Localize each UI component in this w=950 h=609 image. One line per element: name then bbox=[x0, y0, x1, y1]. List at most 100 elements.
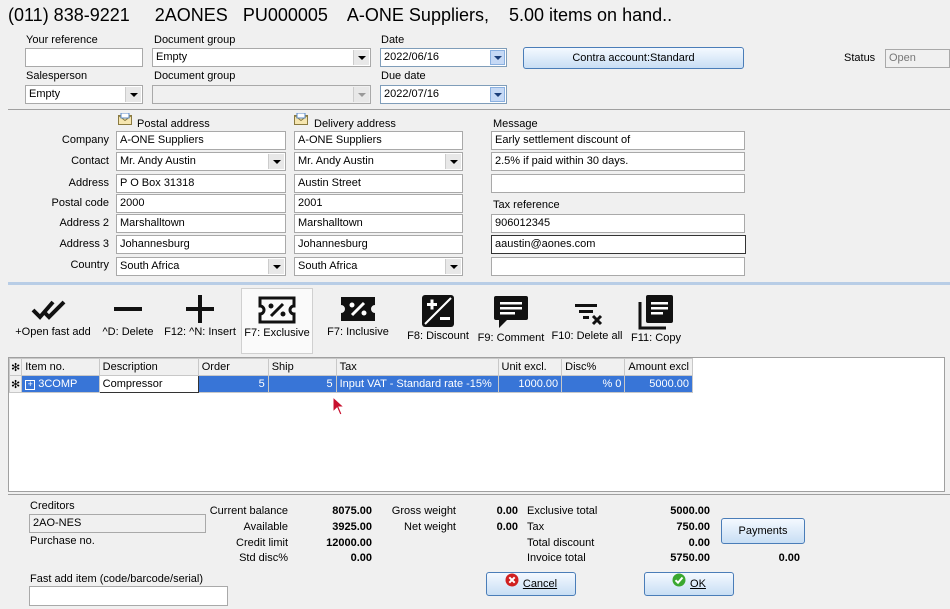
due-date-picker[interactable]: 2022/07/16 bbox=[380, 85, 507, 104]
comment-button[interactable]: F9: Comment bbox=[477, 288, 545, 354]
chevron-down-icon[interactable] bbox=[268, 259, 284, 274]
col-disc[interactable]: Disc% bbox=[561, 358, 626, 376]
cell-ship[interactable]: 5 bbox=[267, 375, 337, 393]
delivery-contact-select[interactable]: Mr. Andy Austin bbox=[294, 152, 463, 171]
cell-disc[interactable]: % 0 bbox=[561, 375, 626, 393]
current-balance-label: Current balance bbox=[209, 505, 288, 517]
col-order[interactable]: Order bbox=[197, 358, 269, 376]
item-no-value: 3COMP bbox=[38, 378, 78, 390]
fast-add-item-label: Fast add item (code/barcode/serial) bbox=[30, 573, 204, 585]
postal-address-2-input[interactable]: Marshalltown bbox=[116, 214, 286, 233]
inclusive-button[interactable]: F7: Inclusive bbox=[320, 288, 396, 354]
chevron-down-icon[interactable] bbox=[445, 259, 461, 274]
address-2-label: Address 2 bbox=[59, 217, 109, 229]
payments-button[interactable]: Payments bbox=[721, 518, 805, 544]
col-amount-excl[interactable]: Amount excl bbox=[624, 358, 693, 376]
delete-all-button[interactable]: F10: Delete all bbox=[549, 288, 625, 354]
date-picker[interactable]: 2022/06/16 bbox=[380, 48, 507, 67]
cancel-button[interactable]: Cancel bbox=[486, 572, 576, 596]
contra-account-button[interactable]: Contra account:Standard bbox=[523, 47, 744, 69]
copy-button[interactable]: F11: Copy bbox=[628, 288, 684, 354]
header-phone: (011) 838-9221 bbox=[8, 5, 130, 25]
fast-add-button[interactable]: +Open fast add bbox=[14, 288, 92, 354]
cancel-icon bbox=[505, 573, 519, 595]
col-ship[interactable]: Ship bbox=[267, 358, 337, 376]
extra-input[interactable] bbox=[491, 257, 745, 276]
chevron-down-icon[interactable] bbox=[268, 154, 284, 169]
country-label: Country bbox=[70, 259, 109, 271]
delivery-country-value: South Africa bbox=[298, 260, 358, 272]
email-input[interactable]: aaustin@aones.com bbox=[491, 235, 746, 254]
invoice-total-value: 5750.00 bbox=[670, 552, 710, 564]
delete-all-label: F10: Delete all bbox=[551, 330, 623, 342]
postal-address-input[interactable]: P O Box 31318 bbox=[116, 174, 286, 193]
delivery-contact-value: Mr. Andy Austin bbox=[298, 155, 374, 167]
postal-country-select[interactable]: South Africa bbox=[116, 257, 286, 276]
postal-address-3-input[interactable]: Johannesburg bbox=[116, 235, 286, 254]
expand-icon[interactable]: + bbox=[25, 380, 36, 390]
cell-tax[interactable]: Input VAT - Standard rate -15% bbox=[335, 375, 499, 393]
chevron-down-icon[interactable] bbox=[353, 50, 369, 65]
your-reference-input[interactable] bbox=[25, 48, 143, 67]
col-unit-excl[interactable]: Unit excl. bbox=[497, 358, 563, 376]
postal-company-input[interactable]: A-ONE Suppliers bbox=[116, 131, 286, 150]
ok-button[interactable]: OK bbox=[644, 572, 734, 596]
divider bbox=[8, 109, 950, 110]
window-header: (011) 838-9221 2AONES PU000005 A-ONE Sup… bbox=[8, 5, 672, 26]
salesperson-select[interactable]: Empty bbox=[25, 85, 143, 104]
delivery-country-select[interactable]: South Africa bbox=[294, 257, 463, 276]
item-grid[interactable]: ✻ Item no. Description Order Ship Tax Un… bbox=[8, 357, 945, 492]
header-supplier: A-ONE Suppliers, bbox=[346, 5, 489, 25]
cell-item-no[interactable]: +3COMP bbox=[21, 375, 100, 393]
insert-button[interactable]: F12: ^N: Insert bbox=[162, 288, 238, 354]
salesperson-value: Empty bbox=[29, 88, 61, 100]
cell-description[interactable]: Compressor bbox=[98, 375, 199, 393]
available-value: 3925.00 bbox=[332, 521, 372, 533]
cell-unit-excl[interactable]: 1000.00 bbox=[497, 375, 563, 393]
discount-button[interactable]: F8: Discount bbox=[403, 288, 473, 354]
calendar-dropdown-icon[interactable] bbox=[490, 87, 505, 102]
message-header: Message bbox=[493, 118, 538, 130]
minus-icon bbox=[114, 307, 142, 311]
delivery-company-input[interactable]: A-ONE Suppliers bbox=[294, 131, 463, 150]
discount-ticket-outline-icon bbox=[258, 296, 296, 324]
calendar-dropdown-icon[interactable] bbox=[490, 50, 505, 65]
chevron-down-icon[interactable] bbox=[125, 87, 141, 102]
comment-icon bbox=[494, 296, 528, 328]
delete-button[interactable]: ^D: Delete bbox=[98, 288, 158, 354]
postal-code-input[interactable]: 2000 bbox=[116, 194, 286, 213]
gross-weight-value: 0.00 bbox=[496, 505, 518, 517]
delivery-address-input[interactable]: Austin Street bbox=[294, 174, 463, 193]
delivery-address-2-input[interactable]: Marshalltown bbox=[294, 214, 463, 233]
mouse-cursor-icon bbox=[332, 395, 346, 419]
postal-contact-select[interactable]: Mr. Andy Austin bbox=[116, 152, 286, 171]
exclusive-button[interactable]: F7: Exclusive bbox=[241, 288, 313, 354]
col-description[interactable]: Description bbox=[98, 358, 199, 376]
fast-add-item-input[interactable] bbox=[29, 586, 228, 606]
cancel-label: Cancel bbox=[522, 578, 558, 590]
document-group-2-label: Document group bbox=[154, 70, 236, 82]
table-row[interactable]: ✻ +3COMP Compressor 5 5 Input VAT - Stan… bbox=[8, 375, 693, 393]
message-line-1-input[interactable]: Early settlement discount of bbox=[491, 131, 745, 150]
delivery-address-3-input[interactable]: Johannesburg bbox=[294, 235, 463, 254]
tax-value: 750.00 bbox=[676, 521, 710, 533]
delivery-postal-code-input[interactable]: 2001 bbox=[294, 194, 463, 213]
col-item-no[interactable]: Item no. bbox=[21, 358, 100, 376]
document-group-2-select[interactable] bbox=[152, 85, 371, 104]
your-reference-label: Your reference bbox=[26, 34, 98, 46]
col-tax[interactable]: Tax bbox=[335, 358, 499, 376]
message-line-3-input[interactable] bbox=[491, 174, 745, 193]
current-balance-value: 8075.00 bbox=[332, 505, 372, 517]
delete-label: ^D: Delete bbox=[102, 326, 154, 338]
chevron-down-icon[interactable] bbox=[353, 87, 369, 102]
cell-amount-excl[interactable]: 5000.00 bbox=[624, 375, 693, 393]
inclusive-label: F7: Inclusive bbox=[327, 326, 389, 338]
message-line-2-input[interactable]: 2.5% if paid within 30 days. bbox=[491, 152, 745, 171]
document-group-select[interactable]: Empty bbox=[152, 48, 371, 67]
net-weight-value: 0.00 bbox=[496, 521, 518, 533]
envelope-icon bbox=[118, 112, 132, 128]
cell-order[interactable]: 5 bbox=[197, 375, 269, 393]
tax-reference-input[interactable]: 906012345 bbox=[491, 214, 745, 233]
chevron-down-icon[interactable] bbox=[445, 154, 461, 169]
insert-label: F12: ^N: Insert bbox=[164, 326, 236, 338]
